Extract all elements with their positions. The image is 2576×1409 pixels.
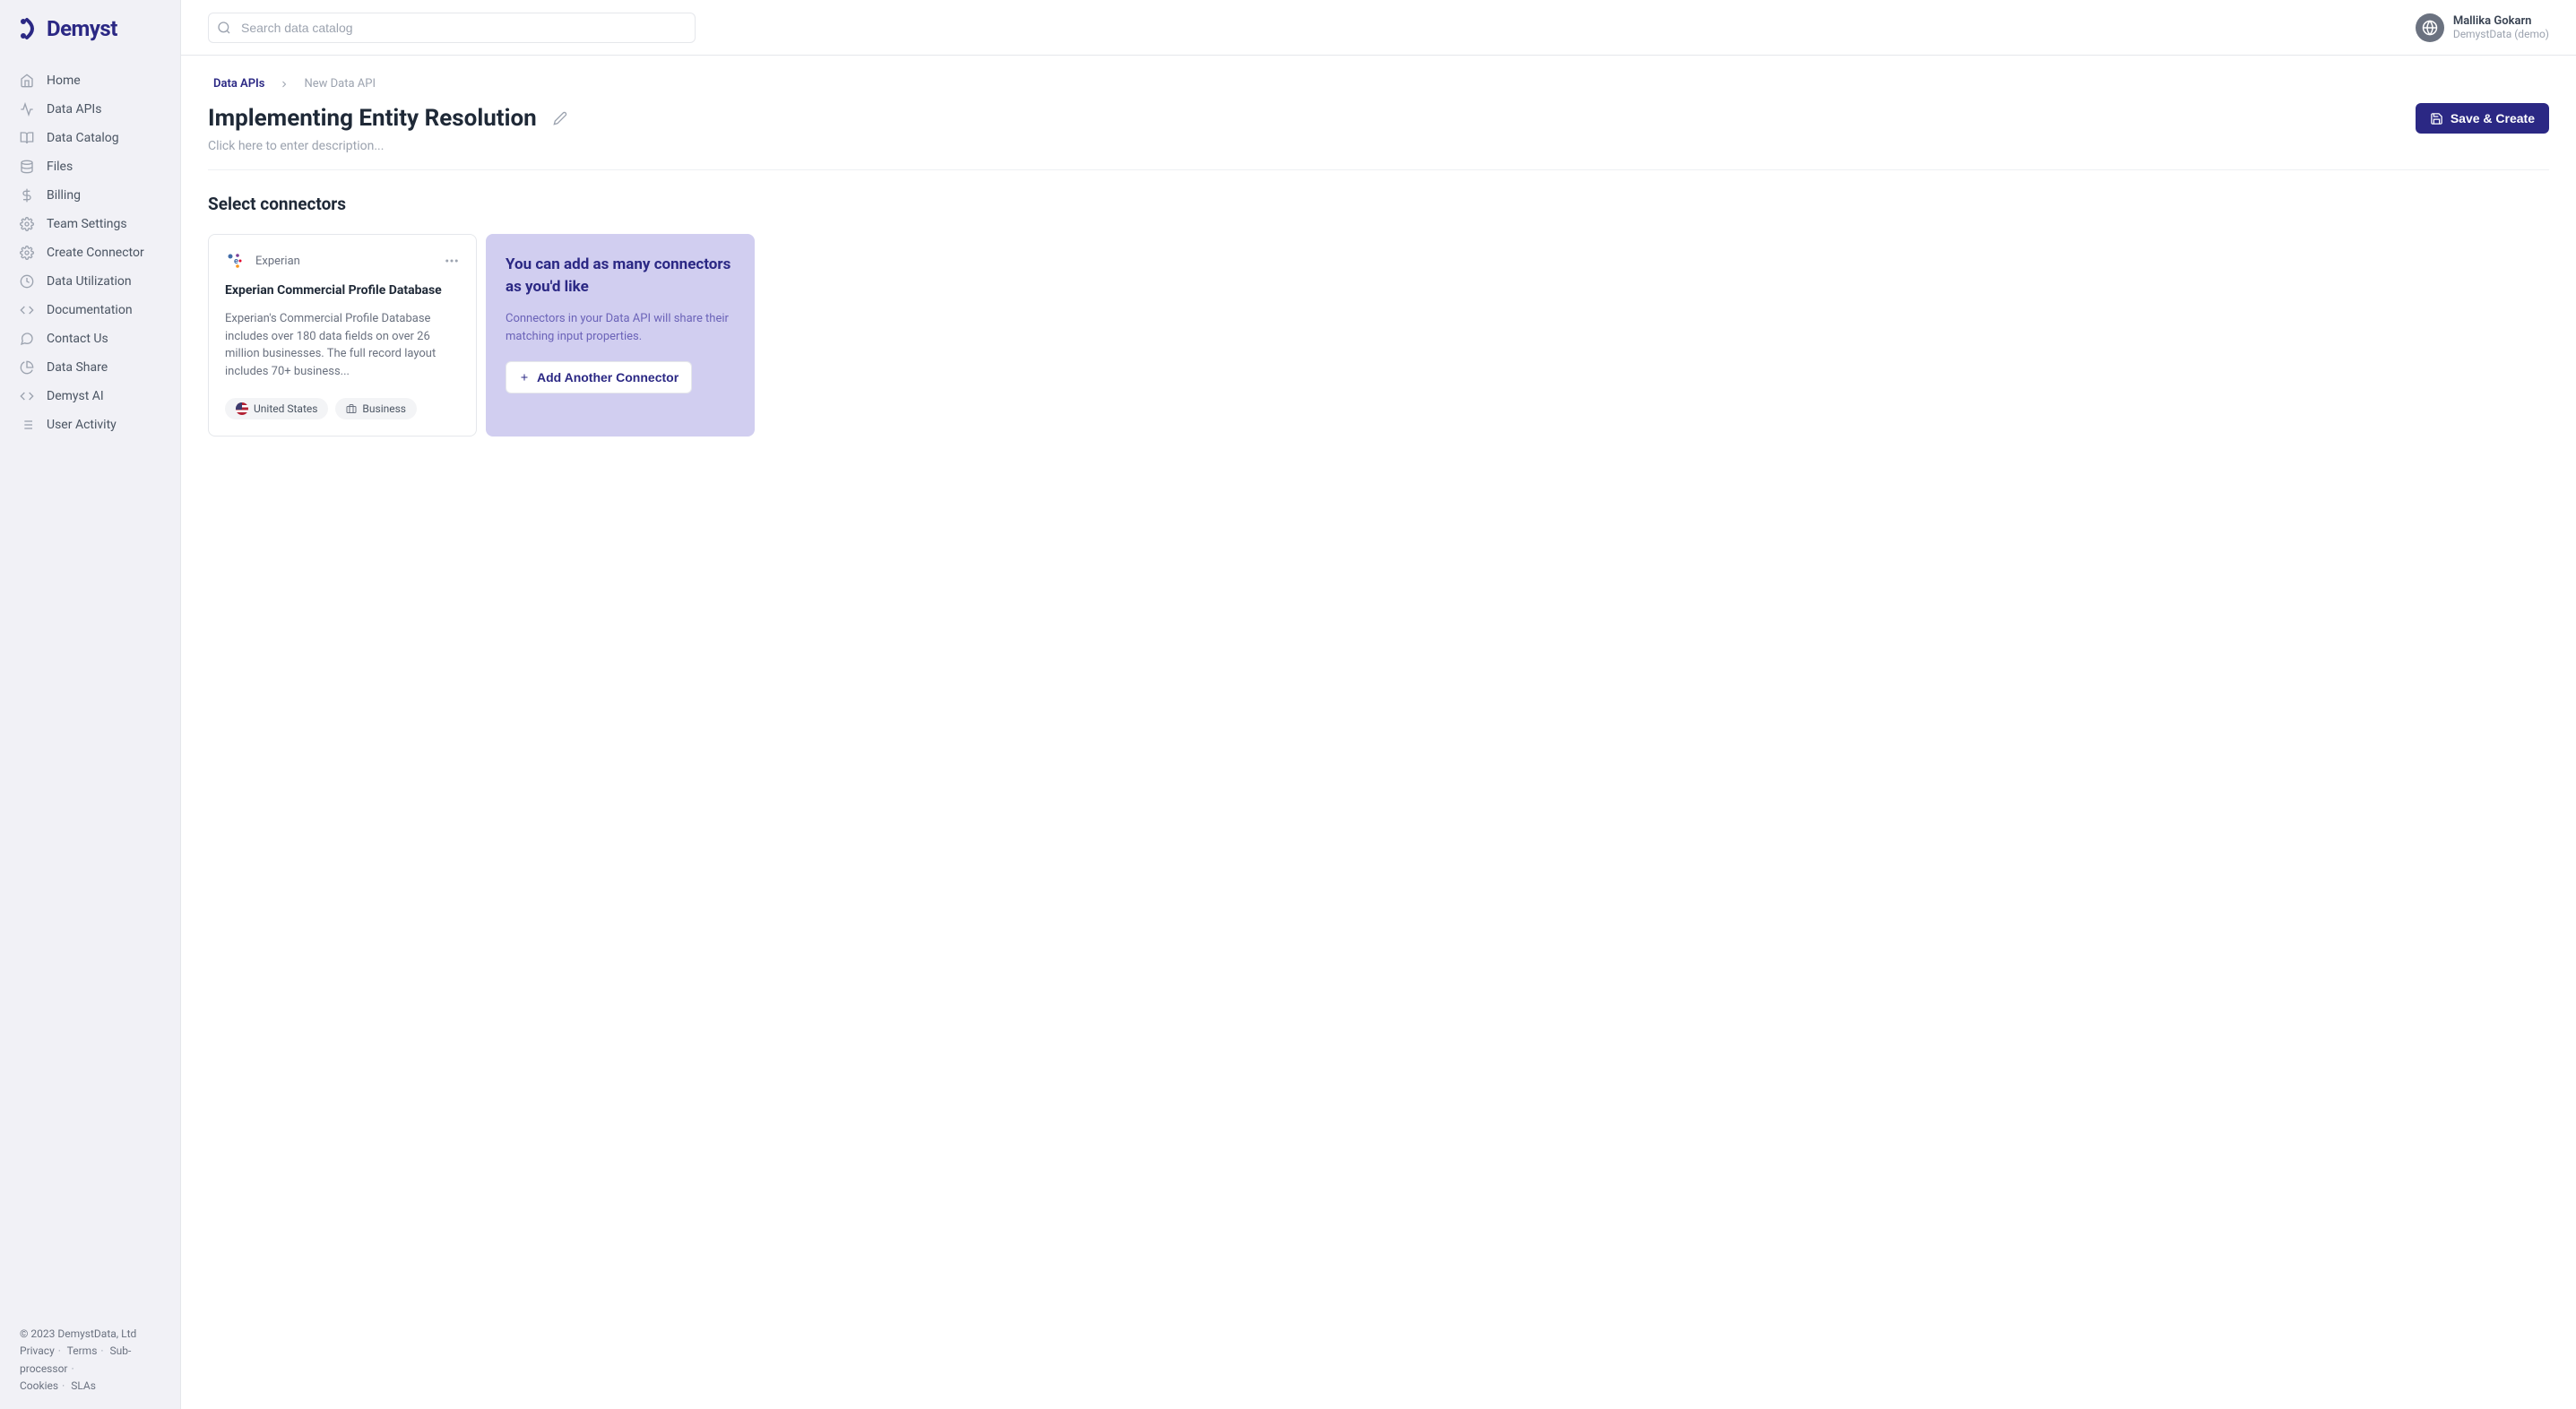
sidebar-item-label: Billing <box>47 188 81 203</box>
sidebar-item-documentation[interactable]: Documentation <box>0 296 180 324</box>
add-button-label: Add Another Connector <box>537 370 679 385</box>
search-icon <box>217 21 231 35</box>
tag-country-label: United States <box>254 402 317 415</box>
sidebar-item-label: Home <box>47 73 81 88</box>
connector-card: e Experian Experian Commercial Profile D… <box>208 234 477 437</box>
sidebar-item-home[interactable]: Home <box>0 66 180 95</box>
add-connector-button[interactable]: Add Another Connector <box>506 361 692 393</box>
sidebar-item-label: Data Utilization <box>47 274 132 289</box>
logo-text: Demyst <box>47 16 117 41</box>
book-icon <box>20 131 34 145</box>
globe-icon <box>2422 20 2438 36</box>
sidebar-item-user-activity[interactable]: User Activity <box>0 411 180 439</box>
connector-description: Experian's Commercial Profile Database i… <box>225 310 460 380</box>
home-icon <box>20 73 34 88</box>
us-flag-icon <box>236 402 248 415</box>
page-title: Implementing Entity Resolution <box>208 105 537 132</box>
sidebar-item-files[interactable]: Files <box>0 152 180 181</box>
more-icon[interactable] <box>444 253 460 269</box>
sidebar-item-label: Team Settings <box>47 217 127 231</box>
sidebar-item-data-apis[interactable]: Data APIs <box>0 95 180 124</box>
user-name: Mallika Gokarn <box>2453 14 2549 28</box>
connector-title: Experian Commercial Profile Database <box>225 283 460 298</box>
info-description: Connectors in your Data API will share t… <box>506 310 735 345</box>
provider-logo: e <box>225 251 245 271</box>
edit-icon[interactable] <box>553 111 567 125</box>
footer: © 2023 DemystData, Ltd Privacy· Terms· S… <box>0 1326 180 1395</box>
footer-link-cookies[interactable]: Cookies <box>20 1379 58 1392</box>
code-icon <box>20 303 34 317</box>
breadcrumb-root[interactable]: Data APIs <box>213 77 264 91</box>
breadcrumb: Data APIs New Data API <box>208 77 2549 91</box>
info-card: You can add as many connectors as you'd … <box>486 234 755 437</box>
pie-icon <box>20 360 34 375</box>
sidebar-item-label: Demyst AI <box>47 389 104 403</box>
activity-icon <box>20 102 34 117</box>
breadcrumb-current: New Data API <box>304 77 376 91</box>
chat-icon <box>20 332 34 346</box>
sidebar-item-label: Data APIs <box>47 102 101 117</box>
nav-list: Home Data APIs Data Catalog Files Billin… <box>0 66 180 1326</box>
clock-icon <box>20 274 34 289</box>
tag-type-label: Business <box>362 402 406 415</box>
user-org: DemystData (demo) <box>2453 28 2549 40</box>
sidebar-item-data-catalog[interactable]: Data Catalog <box>0 124 180 152</box>
tag-type: Business <box>335 398 417 419</box>
sidebar-item-data-utilization[interactable]: Data Utilization <box>0 267 180 296</box>
section-title: Select connectors <box>208 194 2549 214</box>
info-title: You can add as many connectors as you'd … <box>506 254 735 298</box>
code-icon <box>20 389 34 403</box>
user-menu[interactable]: Mallika Gokarn DemystData (demo) <box>2416 13 2549 42</box>
logo-icon <box>20 16 39 41</box>
footer-link-slas[interactable]: SLAs <box>71 1379 96 1392</box>
sidebar-item-data-share[interactable]: Data Share <box>0 353 180 382</box>
save-create-button[interactable]: Save & Create <box>2416 103 2549 134</box>
sidebar-item-demyst-ai[interactable]: Demyst AI <box>0 382 180 411</box>
avatar <box>2416 13 2444 42</box>
plus-icon <box>519 372 530 383</box>
gear-icon <box>20 217 34 231</box>
provider-name: Experian <box>255 255 300 268</box>
save-button-label: Save & Create <box>2451 111 2535 125</box>
tag-country: United States <box>225 398 328 419</box>
save-icon <box>2430 112 2443 125</box>
footer-link-privacy[interactable]: Privacy <box>20 1344 55 1357</box>
sidebar-item-team-settings[interactable]: Team Settings <box>0 210 180 238</box>
sidebar-item-billing[interactable]: Billing <box>0 181 180 210</box>
sidebar-item-label: Files <box>47 160 73 174</box>
logo[interactable]: Demyst <box>0 16 180 66</box>
footer-copyright: © 2023 DemystData, Ltd <box>20 1326 160 1343</box>
database-icon <box>20 160 34 174</box>
sidebar-item-create-connector[interactable]: Create Connector <box>0 238 180 267</box>
sidebar-item-label: User Activity <box>47 418 117 432</box>
sidebar-item-label: Contact Us <box>47 332 108 346</box>
search-input[interactable] <box>208 13 696 43</box>
description-input[interactable]: Click here to enter description... <box>208 139 2549 170</box>
chevron-right-icon <box>279 79 290 90</box>
sidebar-item-contact-us[interactable]: Contact Us <box>0 324 180 353</box>
sidebar-item-label: Data Share <box>47 360 108 375</box>
svg-text:e: e <box>234 257 238 266</box>
sidebar-item-label: Documentation <box>47 303 133 317</box>
dollar-icon <box>20 188 34 203</box>
sidebar-item-label: Create Connector <box>47 246 144 260</box>
briefcase-icon <box>346 403 357 414</box>
footer-link-terms[interactable]: Terms <box>67 1344 98 1357</box>
list-icon <box>20 418 34 432</box>
gear-icon <box>20 246 34 260</box>
sidebar-item-label: Data Catalog <box>47 131 119 145</box>
